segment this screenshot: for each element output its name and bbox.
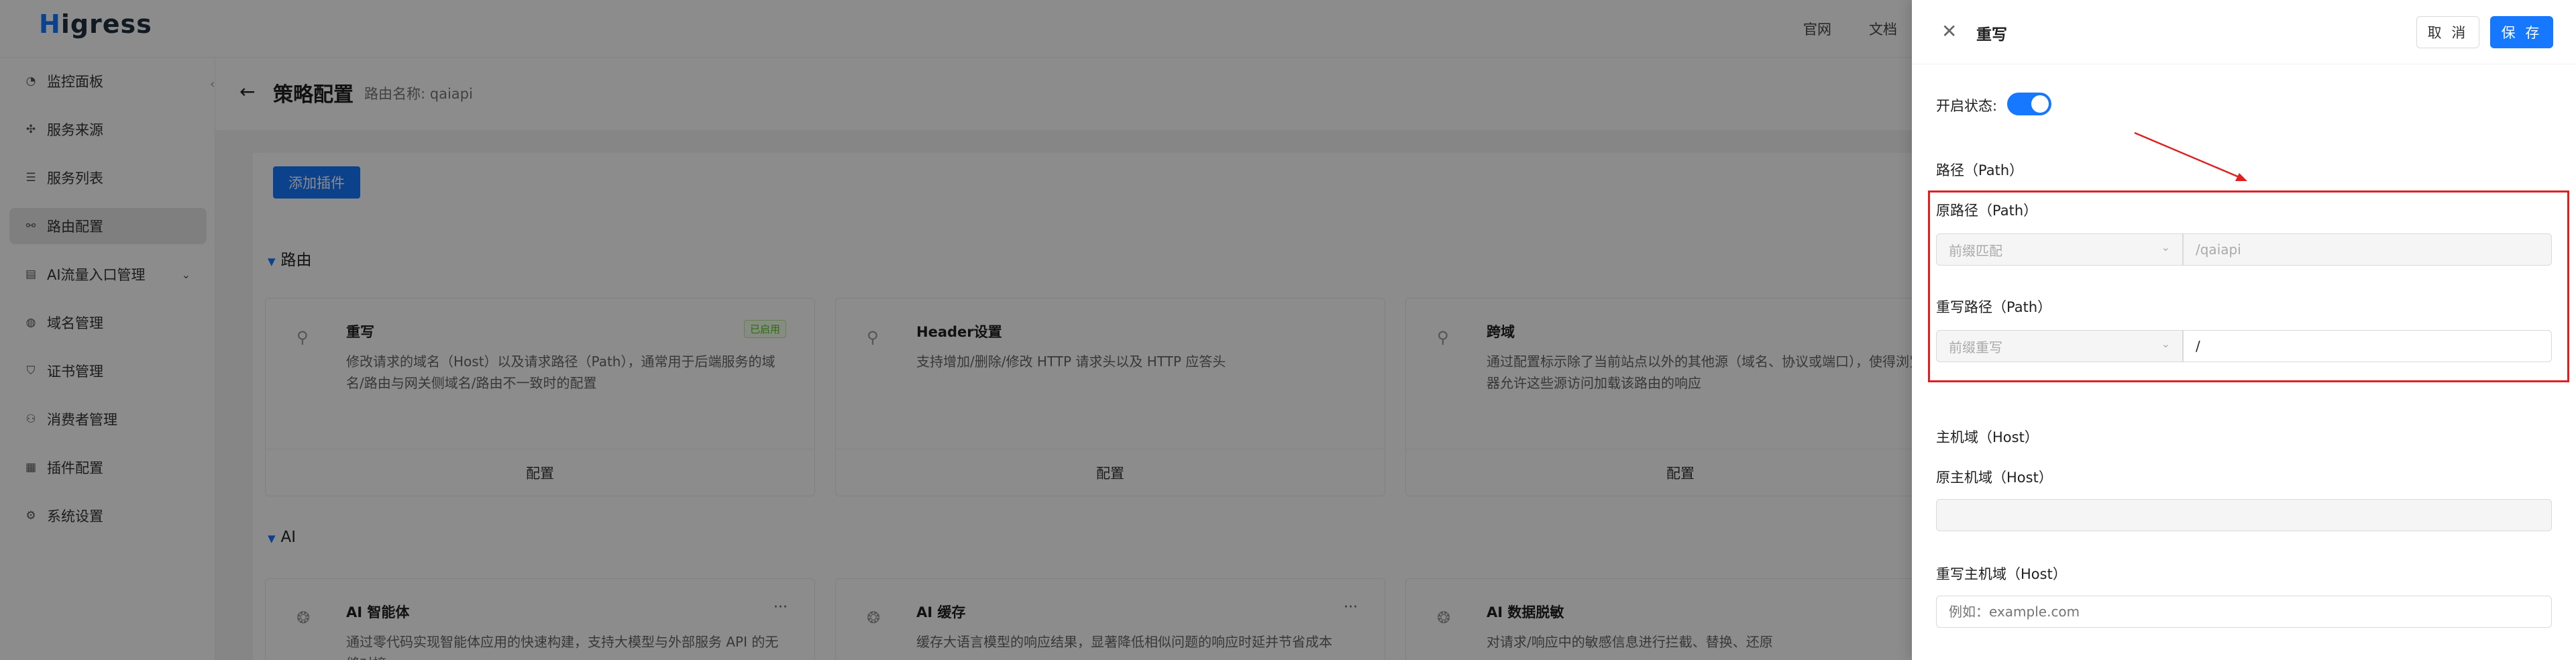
rewrite-host-label: 重写主机域（Host）	[1936, 566, 2067, 582]
enable-toggle[interactable]	[2007, 93, 2051, 115]
rewrite-host-input[interactable]	[1936, 596, 2552, 628]
toggle-knob	[2031, 95, 2049, 113]
path-section-title: 路径（Path）	[1936, 162, 2024, 178]
save-button[interactable]: 保 存	[2490, 16, 2553, 48]
rewrite-path-label: 重写路径（Path）	[1936, 299, 2052, 315]
rewrite-path-input[interactable]: /	[2183, 330, 2552, 362]
close-icon[interactable]: ✕	[1941, 20, 1957, 42]
original-path-label: 原路径（Path）	[1936, 203, 2038, 219]
drawer-title: 重写	[1976, 26, 2007, 44]
rewrite-drawer: ✕ 重写 取 消 保 存 开启状态: 路径（Path） 原路径（Path） 前缀…	[1912, 0, 2576, 660]
chevron-down-icon: ⌄	[2161, 241, 2170, 254]
drawer-header: ✕ 重写 取 消 保 存	[1912, 0, 2576, 64]
original-host-label: 原主机域（Host）	[1936, 470, 2053, 486]
enable-status-label: 开启状态:	[1936, 98, 1998, 114]
original-path-input[interactable]: /qaiapi	[2183, 233, 2552, 266]
host-section-title: 主机域（Host）	[1936, 429, 2039, 445]
cancel-button[interactable]: 取 消	[2416, 16, 2479, 48]
chevron-down-icon: ⌄	[2161, 337, 2170, 350]
rewrite-path-match-select[interactable]: 前缀重写 ⌄	[1936, 330, 2183, 362]
modal-overlay[interactable]	[0, 0, 1912, 660]
original-path-match-select[interactable]: 前缀匹配 ⌄	[1936, 233, 2183, 266]
original-host-input[interactable]	[1936, 499, 2552, 531]
